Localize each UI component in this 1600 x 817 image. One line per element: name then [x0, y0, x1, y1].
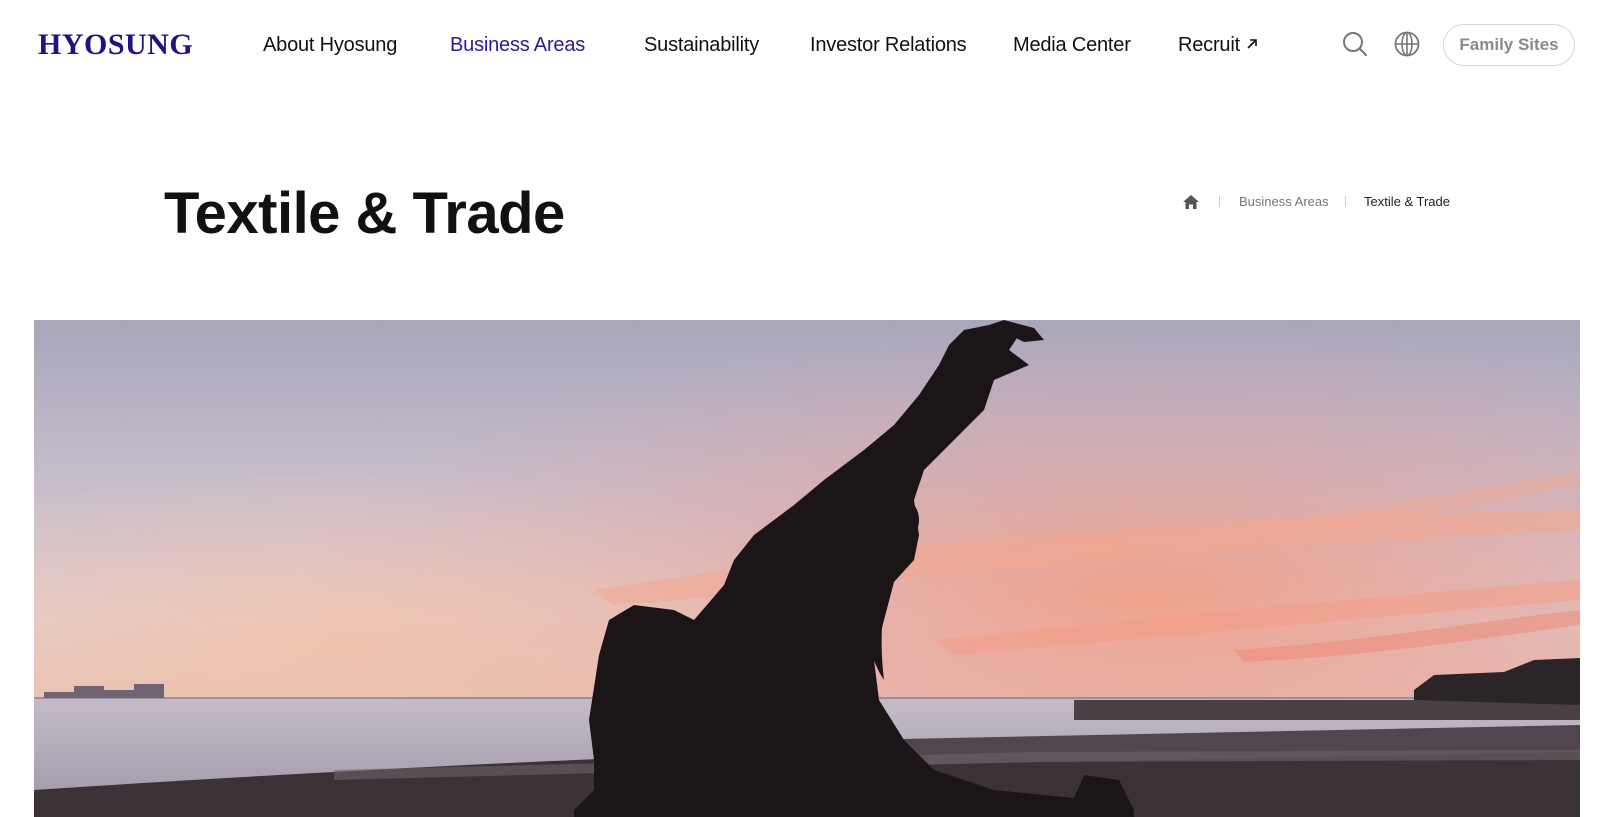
breadcrumb-separator	[1219, 196, 1220, 207]
yoga-sunset-illustration	[34, 320, 1580, 817]
family-sites-button[interactable]: Family Sites	[1443, 24, 1575, 66]
search-icon[interactable]	[1340, 29, 1370, 59]
nav-recruit[interactable]: Recruit	[1178, 32, 1258, 58]
hyosung-logo[interactable]: HYOSUNG	[38, 28, 193, 62]
site-header: HYOSUNG About Hyosung Business Areas Sus…	[0, 0, 1600, 90]
breadcrumb-business-areas[interactable]: Business Areas	[1239, 194, 1329, 210]
hero-image	[34, 320, 1580, 817]
page-title: Textile & Trade	[164, 181, 565, 246]
nav-about-hyosung[interactable]: About Hyosung	[263, 32, 397, 58]
nav-sustainability[interactable]: Sustainability	[644, 32, 759, 58]
arrow-up-right-icon	[1246, 31, 1258, 57]
home-icon[interactable]	[1182, 194, 1200, 210]
breadcrumb-separator	[1345, 196, 1346, 207]
breadcrumb-current: Textile & Trade	[1364, 194, 1450, 209]
nav-recruit-label: Recruit	[1178, 34, 1240, 56]
nav-investor-relations[interactable]: Investor Relations	[810, 32, 967, 58]
nav-business-areas[interactable]: Business Areas	[450, 32, 585, 58]
globe-icon[interactable]	[1392, 29, 1422, 59]
nav-media-center[interactable]: Media Center	[1013, 32, 1131, 58]
